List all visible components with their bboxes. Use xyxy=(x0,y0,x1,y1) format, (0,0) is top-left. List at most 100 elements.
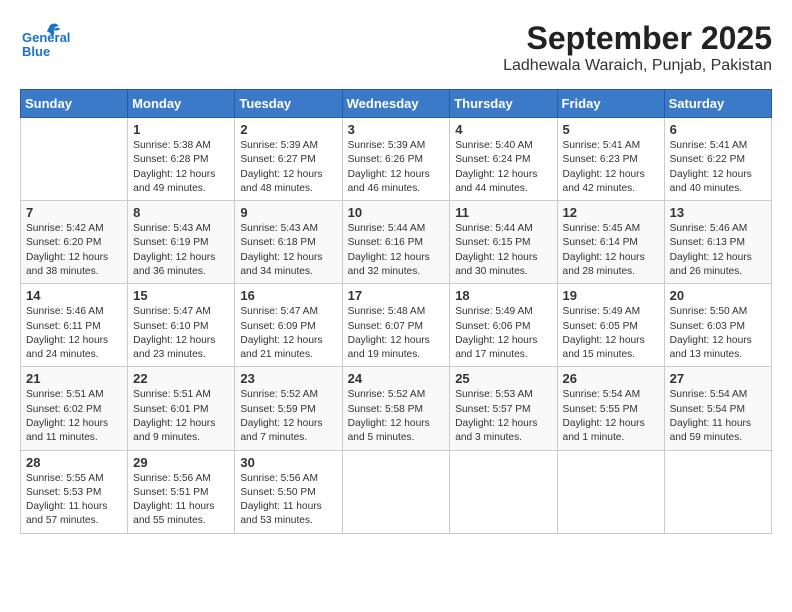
calendar-cell: 30 Sunrise: 5:56 AM Sunset: 5:50 PM Dayli… xyxy=(235,450,342,533)
day-info: Sunrise: 5:51 AM Sunset: 6:01 PM Dayligh… xyxy=(133,388,229,445)
calendar-cell: 13 Sunrise: 5:46 AM Sunset: 6:13 PM Dayli… xyxy=(664,201,771,284)
day-info: Sunrise: 5:42 AM Sunset: 6:20 PM Dayligh… xyxy=(26,222,122,279)
calendar-cell: 12 Sunrise: 5:45 AM Sunset: 6:14 PM Dayli… xyxy=(557,201,664,284)
day-info: Sunrise: 5:56 AM Sunset: 5:51 PM Dayligh… xyxy=(133,472,229,529)
calendar-cell xyxy=(21,118,128,201)
calendar-title: September 2025 xyxy=(503,20,772,57)
day-number: 22 xyxy=(133,371,229,386)
day-number: 8 xyxy=(133,205,229,220)
calendar-cell: 3Sunrise: 5:39 AM Sunset: 6:26 PM Daylig… xyxy=(342,118,450,201)
day-number: 23 xyxy=(240,371,336,386)
day-number: 18 xyxy=(455,288,551,303)
day-number: 20 xyxy=(670,288,766,303)
day-info: Sunrise: 5:46 AM Sunset: 6:13 PM Dayligh… xyxy=(670,222,766,279)
day-number: 14 xyxy=(26,288,122,303)
day-number: 10 xyxy=(348,205,445,220)
calendar-cell: 2Sunrise: 5:39 AM Sunset: 6:27 PM Daylig… xyxy=(235,118,342,201)
day-number: 5 xyxy=(563,122,659,137)
calendar-day-header: Saturday xyxy=(664,90,771,118)
day-info: Sunrise: 5:49 AM Sunset: 6:06 PM Dayligh… xyxy=(455,305,551,362)
day-info: Sunrise: 5:48 AM Sunset: 6:07 PM Dayligh… xyxy=(348,305,445,362)
calendar-cell: 7 Sunrise: 5:42 AM Sunset: 6:20 PM Daylig… xyxy=(21,201,128,284)
day-number: 4 xyxy=(455,122,551,137)
day-number: 30 xyxy=(240,455,336,470)
logo-icon: General Blue xyxy=(20,20,70,70)
day-info: Sunrise: 5:47 AM Sunset: 6:10 PM Dayligh… xyxy=(133,305,229,362)
day-number: 28 xyxy=(26,455,122,470)
day-info: Sunrise: 5:38 AM Sunset: 6:28 PM Dayligh… xyxy=(133,139,229,196)
day-info: Sunrise: 5:44 AM Sunset: 6:15 PM Dayligh… xyxy=(455,222,551,279)
calendar-cell: 18 Sunrise: 5:49 AM Sunset: 6:06 PM Dayli… xyxy=(450,284,557,367)
calendar-cell: 22 Sunrise: 5:51 AM Sunset: 6:01 PM Dayli… xyxy=(128,367,235,450)
logo: General Blue xyxy=(20,20,70,75)
calendar-day-header: Friday xyxy=(557,90,664,118)
day-info: Sunrise: 5:53 AM Sunset: 5:57 PM Dayligh… xyxy=(455,388,551,445)
day-number: 19 xyxy=(563,288,659,303)
calendar-cell: 15 Sunrise: 5:47 AM Sunset: 6:10 PM Dayli… xyxy=(128,284,235,367)
calendar-week-row: 1 Sunrise: 5:38 AM Sunset: 6:28 PM Daylig… xyxy=(21,118,772,201)
calendar-cell: 29 Sunrise: 5:56 AM Sunset: 5:51 PM Dayli… xyxy=(128,450,235,533)
day-number: 7 xyxy=(26,205,122,220)
day-info: Sunrise: 5:54 AM Sunset: 5:54 PM Dayligh… xyxy=(670,388,766,445)
day-info: Sunrise: 5:56 AM Sunset: 5:50 PM Dayligh… xyxy=(240,472,336,529)
calendar-cell: 27 Sunrise: 5:54 AM Sunset: 5:54 PM Dayli… xyxy=(664,367,771,450)
calendar-cell: 25Sunrise: 5:53 AM Sunset: 5:57 PM Dayli… xyxy=(450,367,557,450)
calendar-cell: 24 Sunrise: 5:52 AM Sunset: 5:58 PM Dayli… xyxy=(342,367,450,450)
calendar-cell: 14 Sunrise: 5:46 AM Sunset: 6:11 PM Dayli… xyxy=(21,284,128,367)
day-info: Sunrise: 5:39 AM Sunset: 6:27 PM Dayligh… xyxy=(240,139,336,196)
day-number: 15 xyxy=(133,288,229,303)
day-info: Sunrise: 5:51 AM Sunset: 6:02 PM Dayligh… xyxy=(26,388,122,445)
day-info: Sunrise: 5:47 AM Sunset: 6:09 PM Dayligh… xyxy=(240,305,336,362)
day-info: Sunrise: 5:43 AM Sunset: 6:18 PM Dayligh… xyxy=(240,222,336,279)
svg-text:General: General xyxy=(22,30,70,45)
calendar-cell xyxy=(557,450,664,533)
calendar-cell: 17 Sunrise: 5:48 AM Sunset: 6:07 PM Dayli… xyxy=(342,284,450,367)
calendar-day-header: Wednesday xyxy=(342,90,450,118)
day-number: 6 xyxy=(670,122,766,137)
calendar-day-header: Thursday xyxy=(450,90,557,118)
calendar-cell: 11 Sunrise: 5:44 AM Sunset: 6:15 PM Dayli… xyxy=(450,201,557,284)
calendar-cell: 21 Sunrise: 5:51 AM Sunset: 6:02 PM Dayli… xyxy=(21,367,128,450)
calendar-cell: 4Sunrise: 5:40 AM Sunset: 6:24 PM Daylig… xyxy=(450,118,557,201)
calendar-cell: 5 Sunrise: 5:41 AM Sunset: 6:23 PM Daylig… xyxy=(557,118,664,201)
day-info: Sunrise: 5:41 AM Sunset: 6:23 PM Dayligh… xyxy=(563,139,659,196)
calendar-cell: 26Sunrise: 5:54 AM Sunset: 5:55 PM Dayli… xyxy=(557,367,664,450)
day-number: 12 xyxy=(563,205,659,220)
calendar-header-row: SundayMondayTuesdayWednesdayThursdayFrid… xyxy=(21,90,772,118)
day-number: 27 xyxy=(670,371,766,386)
day-number: 24 xyxy=(348,371,445,386)
calendar-day-header: Tuesday xyxy=(235,90,342,118)
calendar-cell: 23 Sunrise: 5:52 AM Sunset: 5:59 PM Dayli… xyxy=(235,367,342,450)
calendar-cell xyxy=(342,450,450,533)
calendar-week-row: 21 Sunrise: 5:51 AM Sunset: 6:02 PM Dayli… xyxy=(21,367,772,450)
calendar-title-block: September 2025 Ladhewala Waraich, Punjab… xyxy=(503,20,772,75)
day-info: Sunrise: 5:52 AM Sunset: 5:59 PM Dayligh… xyxy=(240,388,336,445)
calendar-subtitle: Ladhewala Waraich, Punjab, Pakistan xyxy=(503,57,772,75)
day-number: 16 xyxy=(240,288,336,303)
day-info: Sunrise: 5:45 AM Sunset: 6:14 PM Dayligh… xyxy=(563,222,659,279)
calendar-cell: 10Sunrise: 5:44 AM Sunset: 6:16 PM Dayli… xyxy=(342,201,450,284)
calendar-cell xyxy=(664,450,771,533)
day-number: 11 xyxy=(455,205,551,220)
day-info: Sunrise: 5:50 AM Sunset: 6:03 PM Dayligh… xyxy=(670,305,766,362)
day-info: Sunrise: 5:49 AM Sunset: 6:05 PM Dayligh… xyxy=(563,305,659,362)
day-number: 21 xyxy=(26,371,122,386)
day-number: 1 xyxy=(133,122,229,137)
page-header: General Blue September 2025 Ladhewala Wa… xyxy=(20,20,772,79)
day-number: 29 xyxy=(133,455,229,470)
calendar-week-row: 7 Sunrise: 5:42 AM Sunset: 6:20 PM Daylig… xyxy=(21,201,772,284)
calendar-cell: 9Sunrise: 5:43 AM Sunset: 6:18 PM Daylig… xyxy=(235,201,342,284)
day-info: Sunrise: 5:46 AM Sunset: 6:11 PM Dayligh… xyxy=(26,305,122,362)
day-number: 17 xyxy=(348,288,445,303)
day-info: Sunrise: 5:52 AM Sunset: 5:58 PM Dayligh… xyxy=(348,388,445,445)
calendar-cell xyxy=(450,450,557,533)
day-number: 13 xyxy=(670,205,766,220)
calendar-week-row: 28Sunrise: 5:55 AM Sunset: 5:53 PM Dayli… xyxy=(21,450,772,533)
calendar-cell: 6Sunrise: 5:41 AM Sunset: 6:22 PM Daylig… xyxy=(664,118,771,201)
day-info: Sunrise: 5:39 AM Sunset: 6:26 PM Dayligh… xyxy=(348,139,445,196)
calendar-week-row: 14 Sunrise: 5:46 AM Sunset: 6:11 PM Dayli… xyxy=(21,284,772,367)
svg-text:Blue: Blue xyxy=(22,44,50,59)
day-number: 26 xyxy=(563,371,659,386)
calendar-cell: 20 Sunrise: 5:50 AM Sunset: 6:03 PM Dayli… xyxy=(664,284,771,367)
calendar-day-header: Sunday xyxy=(21,90,128,118)
